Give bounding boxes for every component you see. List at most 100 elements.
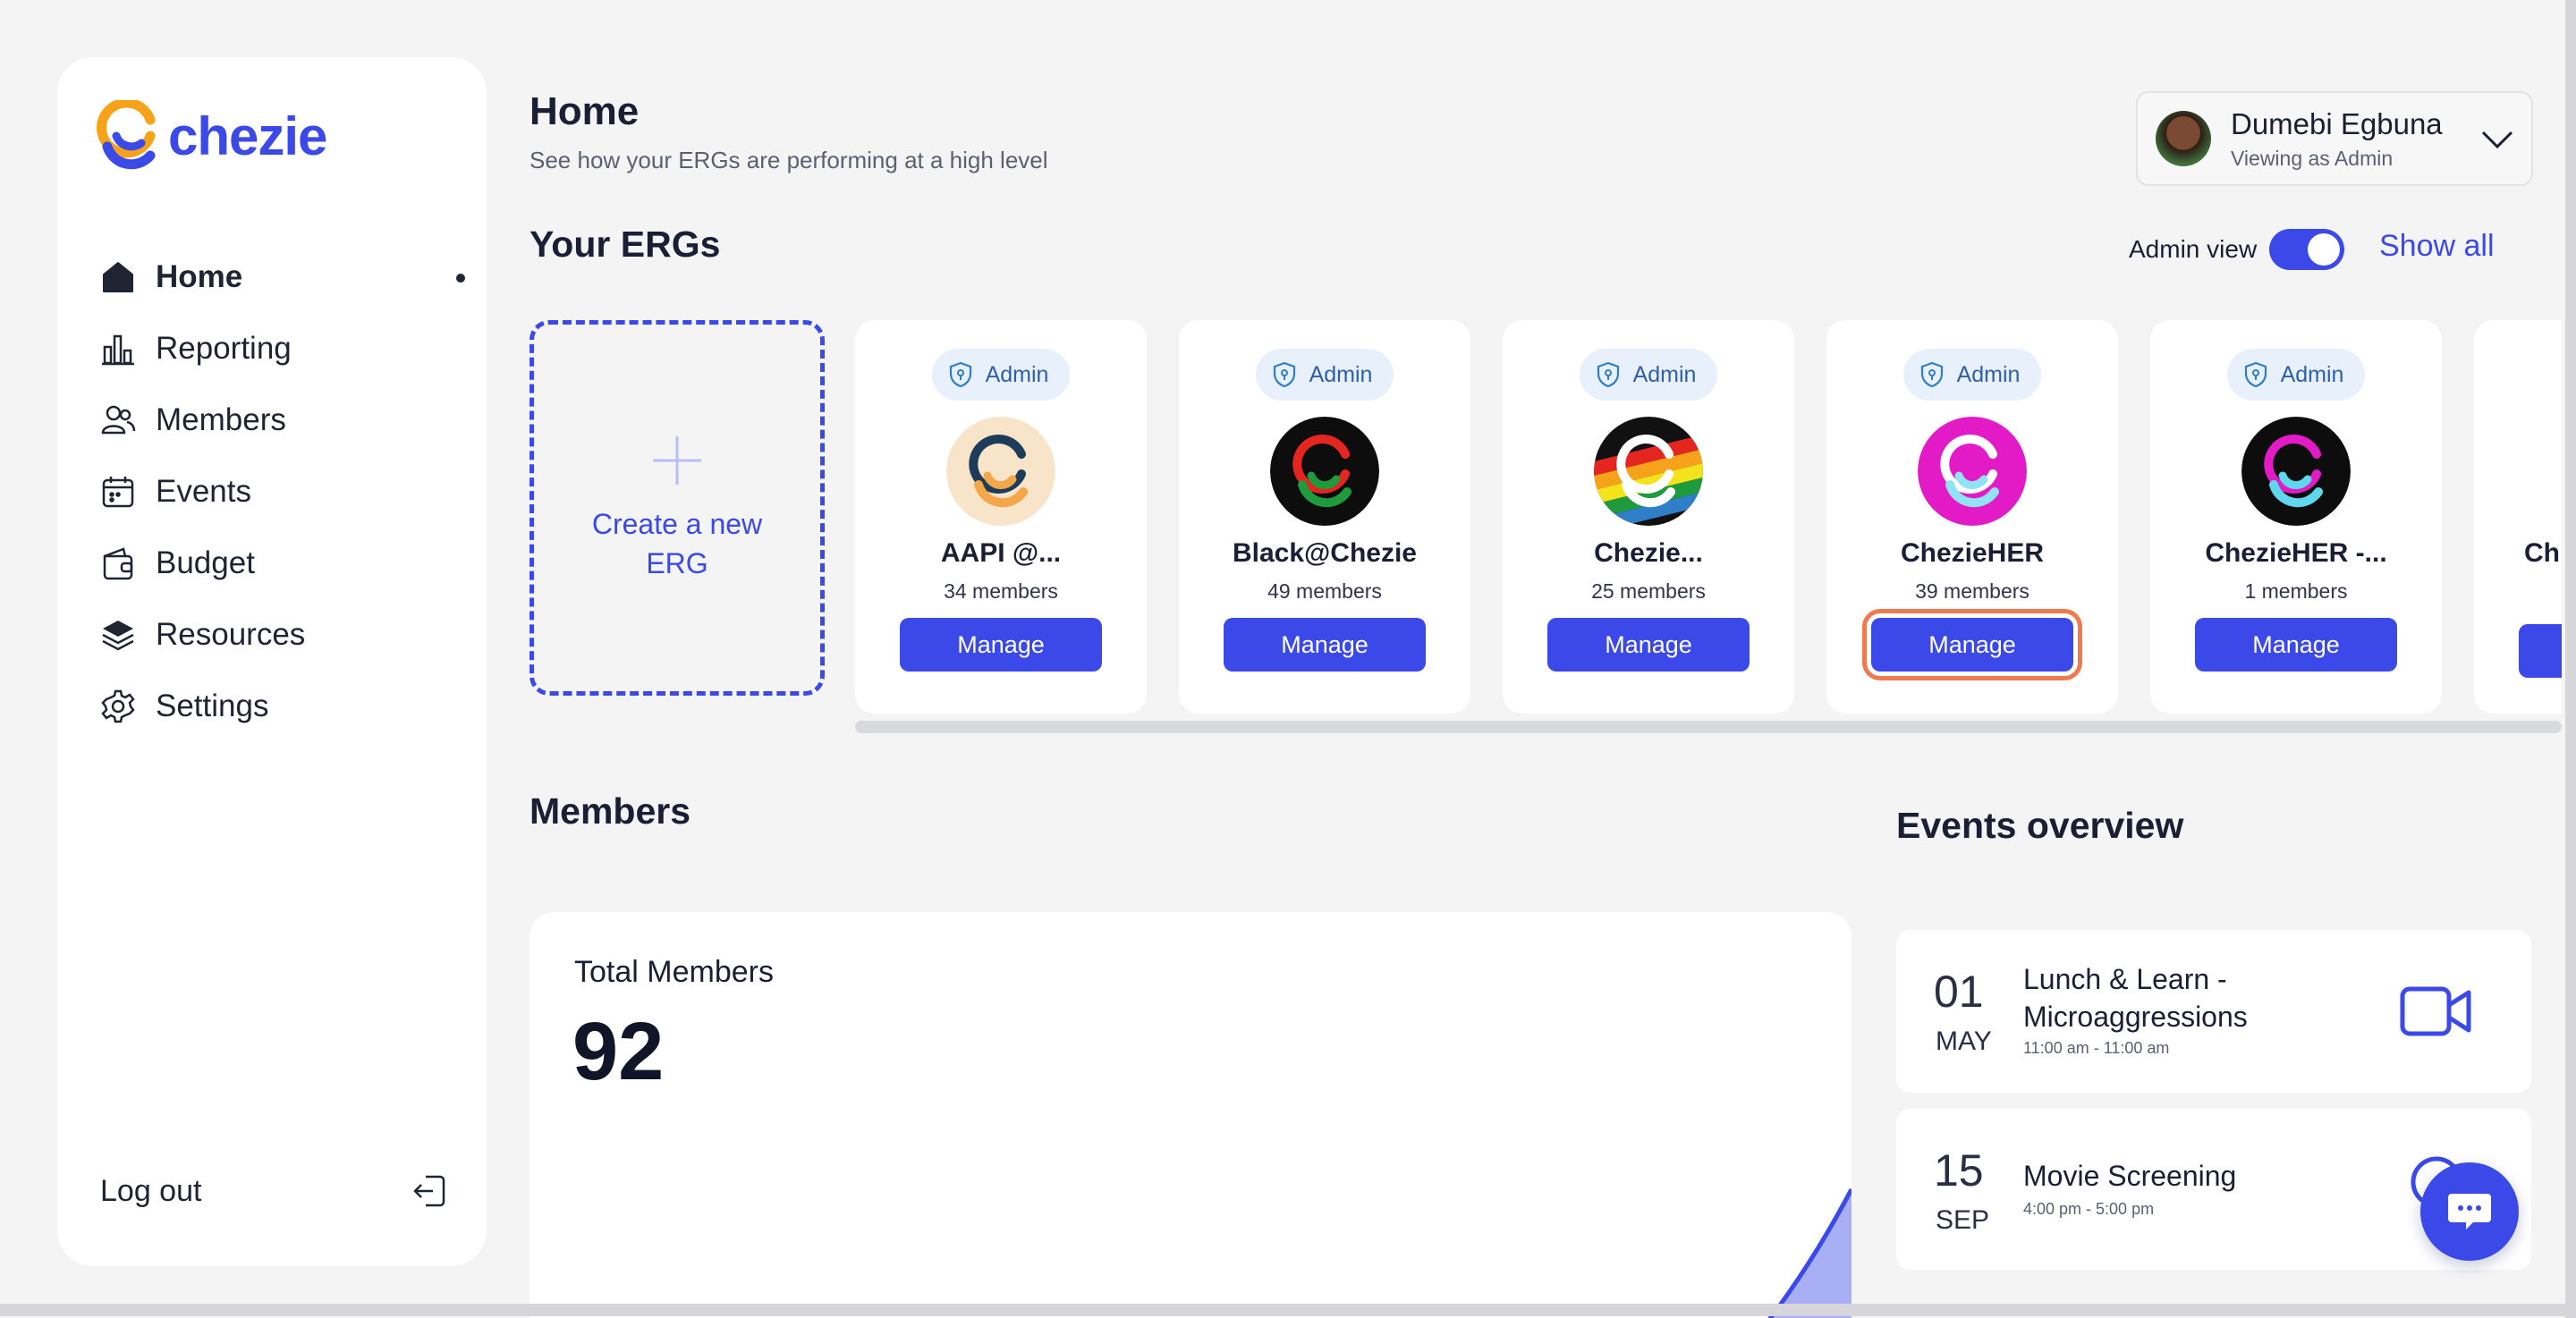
chezie-logo[interactable]: chezie xyxy=(95,100,327,172)
user-role: Viewing as Admin xyxy=(2231,146,2394,170)
event-time: 11:00 am - 11:00 am xyxy=(2023,1039,2170,1057)
sidebar-item-home[interactable]: Home xyxy=(98,241,465,313)
erg-member-count: 34 members xyxy=(944,579,1058,603)
event-day: 15 xyxy=(1934,1145,1984,1195)
user-name: Dumebi Egbuna xyxy=(2231,106,2443,140)
event-item[interactable]: 01 MAY Lunch & Learn - Microaggressions … xyxy=(1896,930,2531,1093)
sidebar-item-events[interactable]: Events xyxy=(98,456,465,528)
manage-button[interactable] xyxy=(2519,624,2562,678)
erg-scrollbar[interactable] xyxy=(855,721,2562,733)
create-erg-button[interactable]: Create a new ERG xyxy=(530,320,825,696)
gear-icon xyxy=(98,687,138,726)
page-subtitle: See how your ERGs are performing at a hi… xyxy=(530,147,1048,173)
erg-card: Admin ChezieHER -... 1 members Manage xyxy=(2150,320,2442,714)
event-month: MAY xyxy=(1936,1027,1992,1056)
chevron-down-icon xyxy=(2481,131,2513,149)
sidebar-item-label: Members xyxy=(156,402,286,437)
sidebar-item-budget[interactable]: Budget xyxy=(98,528,465,599)
admin-badge: Admin xyxy=(2226,349,2366,401)
members-section-title: Members xyxy=(530,790,691,832)
ergs-section-title: Your ERGs xyxy=(530,224,721,265)
events-section-title: Events overview xyxy=(1896,805,2184,846)
sidebar-item-label: Home xyxy=(156,259,243,294)
logout-button[interactable]: Log out xyxy=(100,1171,449,1211)
manage-button[interactable]: Manage xyxy=(900,618,1102,672)
layers-icon xyxy=(98,615,138,655)
user-menu[interactable]: Dumebi Egbuna Viewing as Admin xyxy=(2136,91,2533,186)
wallet-icon xyxy=(98,544,138,583)
erg-name: AAPI @... xyxy=(940,538,1062,568)
chat-icon xyxy=(2448,1194,2491,1229)
active-indicator xyxy=(456,274,465,283)
chat-button[interactable] xyxy=(2420,1162,2519,1261)
plus-icon xyxy=(653,436,701,485)
sidebar-item-resources[interactable]: Resources xyxy=(98,599,465,671)
her-dark-logo-icon xyxy=(2241,417,2351,526)
shield-icon xyxy=(949,361,971,388)
erg-name: Chezie... xyxy=(1594,538,1703,568)
sidebar-item-label: Reporting xyxy=(156,331,292,366)
users-icon xyxy=(98,401,138,440)
admin-view-label: Admin view xyxy=(2129,235,2258,263)
logout-icon xyxy=(413,1175,445,1207)
show-all-link[interactable]: Show all xyxy=(2379,229,2495,264)
sidebar-nav: Home Reporting Members Events Budget Res… xyxy=(98,241,465,742)
manage-button[interactable]: Manage xyxy=(1547,618,1750,672)
sidebar-item-label: Events xyxy=(156,474,251,509)
pride-logo-icon xyxy=(1594,417,1703,526)
total-members-value: 92 xyxy=(572,1006,665,1097)
page-title: Home xyxy=(530,89,640,133)
admin-view-control: Admin view xyxy=(2129,229,2345,270)
admin-badge-label: Admin xyxy=(1956,361,2021,387)
horizontal-scrollbar[interactable] xyxy=(0,1304,2576,1316)
shield-icon xyxy=(1273,361,1295,388)
event-title: Lunch & Learn - Microaggressions xyxy=(2023,963,2248,1033)
erg-card: Admin Black@Chezie 49 members Manage xyxy=(1179,320,1470,714)
aapi-logo-icon xyxy=(946,417,1055,526)
erg-name: Black@Chezie xyxy=(1232,538,1417,568)
shield-icon xyxy=(1597,361,1619,388)
admin-badge: Admin xyxy=(1579,349,1718,401)
brand-name: chezie xyxy=(168,106,327,166)
chezie-logo-icon xyxy=(97,100,156,170)
video-icon xyxy=(2400,986,2471,1036)
erg-card: Ch xyxy=(2474,320,2562,714)
admin-view-toggle[interactable] xyxy=(2269,229,2345,270)
event-time: 4:00 pm - 5:00 pm xyxy=(2023,1200,2155,1218)
erg-name: ChezieHER -... xyxy=(2205,538,2387,568)
manage-button[interactable]: Manage xyxy=(2195,618,2397,672)
sidebar-item-reporting[interactable]: Reporting xyxy=(98,313,465,384)
erg-member-count: 39 members xyxy=(1915,579,2029,603)
erg-member-count: 1 members xyxy=(2244,579,2348,603)
calendar-icon xyxy=(98,472,138,511)
black-logo-icon xyxy=(1270,417,1379,526)
sidebar: chezie Home Reporting Members Events Bud… xyxy=(57,57,487,1266)
toggle-knob xyxy=(2308,233,2341,266)
her-logo-icon xyxy=(1918,417,2027,526)
admin-badge-label: Admin xyxy=(1309,361,1373,387)
erg-name: Ch xyxy=(2524,538,2560,568)
members-card: Total Members 92 xyxy=(530,912,1852,1318)
admin-badge-label: Admin xyxy=(1632,361,1697,387)
admin-badge-label: Admin xyxy=(2280,361,2344,387)
erg-card: Admin ChezieHER 39 members Manage xyxy=(1826,320,2118,714)
sidebar-item-label: Settings xyxy=(156,689,269,723)
shield-icon xyxy=(1920,361,1943,388)
vertical-scrollbar[interactable] xyxy=(2565,0,2576,1318)
shield-icon xyxy=(2244,361,2267,388)
sidebar-item-label: Budget xyxy=(156,545,255,580)
sidebar-item-members[interactable]: Members xyxy=(98,384,465,456)
sidebar-item-label: Resources xyxy=(156,617,306,652)
admin-badge-label: Admin xyxy=(985,361,1049,387)
logout-label: Log out xyxy=(100,1173,202,1208)
manage-button[interactable]: Manage xyxy=(1224,618,1426,672)
manage-button[interactable]: Manage xyxy=(1862,609,2082,680)
create-erg-label: Create a new ERG xyxy=(591,508,763,579)
admin-badge: Admin xyxy=(931,349,1071,401)
admin-badge: Admin xyxy=(1255,349,1394,401)
erg-name: ChezieHER xyxy=(1900,538,2045,568)
sidebar-item-settings[interactable]: Settings xyxy=(98,671,465,742)
erg-carousel: Create a new ERG Admin AAPI @... 34 memb… xyxy=(530,318,2562,721)
erg-member-count: 49 members xyxy=(1267,579,1382,603)
admin-badge: Admin xyxy=(1902,349,2042,401)
